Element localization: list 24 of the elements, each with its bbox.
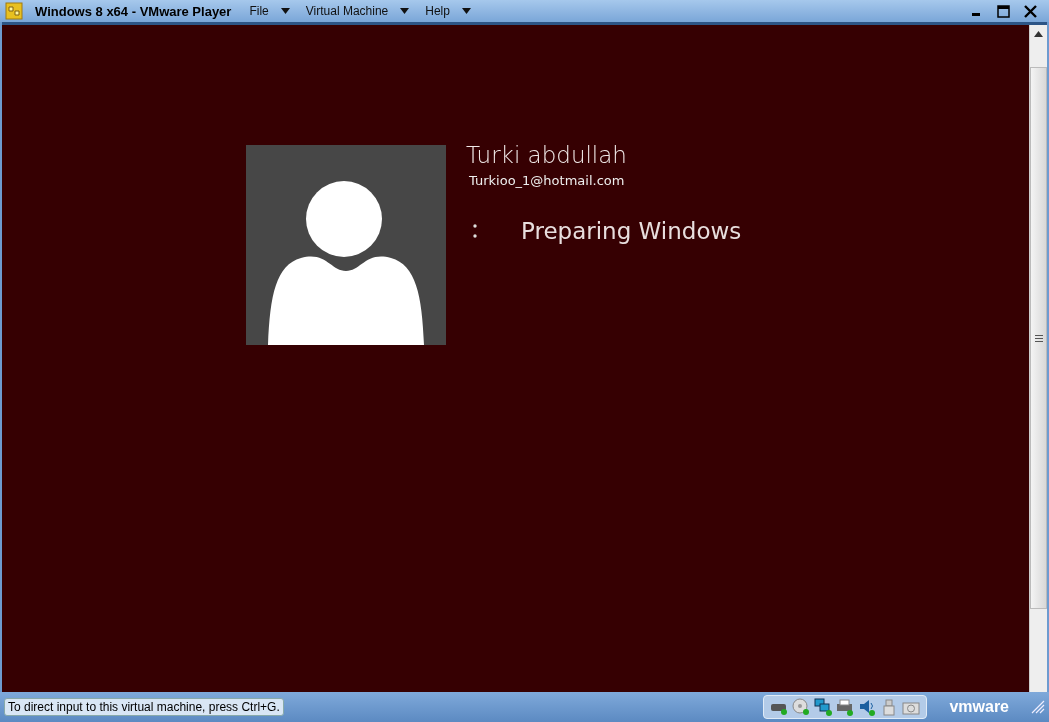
maximize-icon[interactable] bbox=[997, 4, 1010, 18]
scroll-up-icon[interactable] bbox=[1034, 31, 1043, 37]
caret-icon bbox=[280, 8, 290, 14]
user-name: Turki abdullah bbox=[466, 142, 628, 168]
window-title: Windows 8 x64 - VMware Player bbox=[35, 3, 232, 19]
menu-item[interactable]: File bbox=[245, 4, 294, 18]
scrollbar-thumb[interactable] bbox=[1030, 67, 1047, 609]
menu-item[interactable]: Virtual Machine bbox=[301, 4, 414, 18]
app-icon bbox=[5, 2, 23, 20]
menu-item[interactable]: Help bbox=[421, 4, 475, 18]
printer-icon[interactable] bbox=[836, 698, 855, 716]
close-icon[interactable] bbox=[1024, 4, 1037, 18]
status-text: Preparing Windows bbox=[521, 218, 742, 244]
vertical-scrollbar[interactable] bbox=[1029, 25, 1047, 692]
brand-logo: vmware bbox=[949, 698, 1009, 716]
user-email: Turkioo_1@hotmail.com bbox=[469, 173, 626, 188]
network-icon[interactable] bbox=[814, 698, 833, 716]
status-hint: To direct input to this virtual machine, press Ctrl+G. bbox=[4, 698, 284, 716]
speaker-icon[interactable] bbox=[858, 698, 877, 716]
caret-icon bbox=[400, 8, 410, 14]
caret-icon bbox=[461, 8, 471, 14]
grip-icon bbox=[1034, 334, 1043, 342]
resize-grip-icon[interactable] bbox=[1031, 700, 1045, 714]
spinner-icon bbox=[473, 224, 477, 238]
